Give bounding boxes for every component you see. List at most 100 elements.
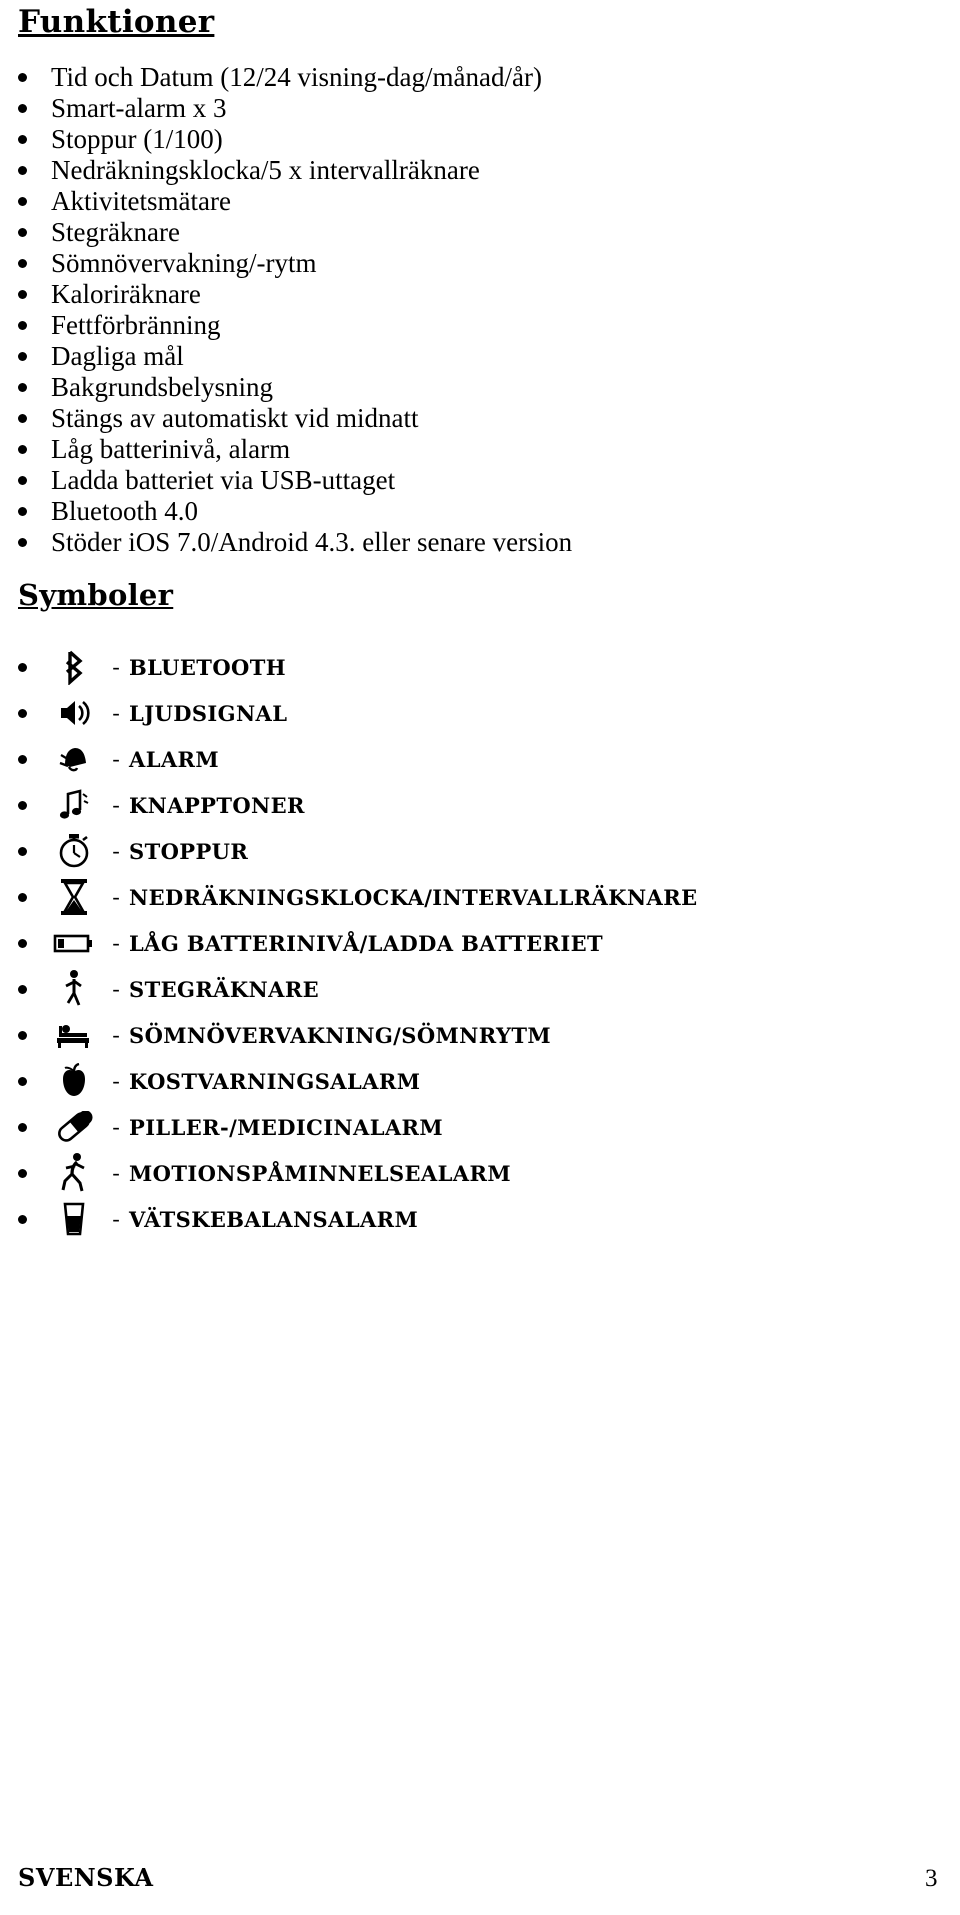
bullet-icon [18, 754, 27, 764]
list-item: Sömnövervakning/-rytm [18, 248, 572, 279]
list-item: - STOPPUR [18, 828, 698, 874]
feature-label: Smart-alarm x 3 [51, 93, 227, 123]
separator-dash: - [112, 1068, 120, 1093]
symbol-label: LÅG BATTERINIVÅ/LADDA BATTERIET [129, 930, 604, 956]
footer-language: SVENSKA [18, 1863, 154, 1892]
separator-dash: - [112, 654, 120, 679]
list-item: - VÄTSKEBALANSALARM [18, 1196, 698, 1242]
feature-label: Dagliga mål [51, 341, 184, 371]
pill-icon [45, 1105, 103, 1149]
key-tones-icon [45, 783, 103, 827]
bullet-icon [18, 662, 27, 672]
page-footer: SVENSKA 3 [18, 1863, 938, 1893]
feature-label: Stegräknare [51, 217, 180, 247]
low-battery-icon [45, 921, 103, 965]
bullet-icon [18, 166, 27, 175]
bullet-icon [18, 383, 27, 392]
list-item: Ladda batteriet via USB-uttaget [18, 465, 572, 496]
separator-dash: - [112, 1114, 120, 1139]
list-item: - STEGRÄKNARE [18, 966, 698, 1012]
feature-label: Fettförbränning [51, 310, 221, 340]
feature-label: Stöder iOS 7.0/Android 4.3. eller senare… [51, 527, 573, 557]
symbol-label: KOSTVARNINGSALARM [129, 1068, 421, 1094]
symbol-label: NEDRÄKNINGSKLOCKA/INTERVALLRÄKNARE [129, 884, 698, 910]
feature-label: Ladda batteriet via USB-uttaget [51, 465, 396, 495]
bullet-icon [18, 800, 27, 810]
bullet-icon [18, 1122, 27, 1132]
bullet-icon [18, 1214, 27, 1224]
bullet-icon [18, 197, 27, 206]
list-item: - ALARM [18, 736, 698, 782]
document-page: Funktioner Tid och Datum (12/24 visning-… [0, 0, 960, 1915]
separator-dash: - [112, 1160, 120, 1185]
list-item: Dagliga mål [18, 341, 572, 372]
symbols-list: - BLUETOOTH - LJUDSIGNAL - ALARM - KNAPP… [18, 644, 698, 1242]
bullet-icon [18, 938, 27, 948]
bullet-icon [18, 104, 27, 113]
feature-label: Sömnövervakning/-rytm [51, 248, 317, 278]
bluetooth-icon [45, 645, 103, 689]
list-item: Låg batterinivå, alarm [18, 434, 572, 465]
feature-label: Aktivitetsmätare [51, 186, 231, 216]
symbol-label: SÖMNÖVERVAKNING/SÖMNRYTM [129, 1022, 552, 1048]
feature-label: Stängs av automatiskt vid midnatt [51, 403, 419, 433]
sleep-bed-icon [45, 1013, 103, 1057]
symbol-label: MOTIONSPÅMINNELSEALARM [129, 1160, 511, 1186]
bullet-icon [18, 290, 27, 299]
list-item: - PILLER-/MEDICINALARM [18, 1104, 698, 1150]
bullet-icon [18, 73, 27, 82]
feature-label: Låg batterinivå, alarm [51, 434, 291, 464]
separator-dash: - [112, 930, 120, 955]
list-item: - LÅG BATTERINIVÅ/LADDA BATTERIET [18, 920, 698, 966]
feature-label: Tid och Datum (12/24 visning-dag/månad/å… [51, 62, 542, 92]
bullet-icon [18, 846, 27, 856]
bullet-icon [18, 445, 27, 454]
symbol-label: STEGRÄKNARE [129, 976, 320, 1002]
separator-dash: - [112, 746, 120, 771]
feature-label: Bakgrundsbelysning [51, 372, 273, 402]
list-item: Nedräkningsklocka/5 x intervallräknare [18, 155, 572, 186]
list-item: Smart-alarm x 3 [18, 93, 572, 124]
apple-food-icon [45, 1059, 103, 1103]
bullet-icon [18, 476, 27, 485]
separator-dash: - [112, 884, 120, 909]
separator-dash: - [112, 1022, 120, 1047]
bullet-icon [18, 135, 27, 144]
list-item: - KNAPPTONER [18, 782, 698, 828]
bullet-icon [18, 352, 27, 361]
feature-label: Stoppur (1/100) [51, 124, 223, 154]
features-list: Tid och Datum (12/24 visning-dag/månad/å… [18, 62, 572, 558]
separator-dash: - [112, 792, 120, 817]
bullet-icon [18, 228, 27, 237]
list-item: Stoppur (1/100) [18, 124, 572, 155]
list-item: Stängs av automatiskt vid midnatt [18, 403, 572, 434]
list-item: - LJUDSIGNAL [18, 690, 698, 736]
list-item: Tid och Datum (12/24 visning-dag/månad/å… [18, 62, 572, 93]
list-item: - MOTIONSPÅMINNELSEALARM [18, 1150, 698, 1196]
symbol-label: LJUDSIGNAL [129, 700, 288, 726]
list-item: Stegräknare [18, 217, 572, 248]
list-item: Stöder iOS 7.0/Android 4.3. eller senare… [18, 527, 572, 558]
alarm-bell-icon [45, 737, 103, 781]
list-item: - KOSTVARNINGSALARM [18, 1058, 698, 1104]
symbol-label: VÄTSKEBALANSALARM [129, 1206, 419, 1232]
list-item: Kaloriräknare [18, 279, 572, 310]
bullet-icon [18, 414, 27, 423]
list-item: - NEDRÄKNINGSKLOCKA/INTERVALLRÄKNARE [18, 874, 698, 920]
symbol-label: STOPPUR [129, 838, 249, 864]
bullet-icon [18, 321, 27, 330]
separator-dash: - [112, 838, 120, 863]
page-title-funktioner: Funktioner [18, 4, 215, 40]
footer-page-number: 3 [925, 1865, 938, 1892]
water-glass-icon [45, 1197, 103, 1241]
separator-dash: - [112, 976, 120, 1001]
feature-label: Bluetooth 4.0 [51, 496, 198, 526]
bullet-icon [18, 892, 27, 902]
section-title-symboler: Symboler [18, 578, 174, 612]
feature-label: Nedräkningsklocka/5 x intervallräknare [51, 155, 480, 185]
bullet-icon [18, 708, 27, 718]
stopwatch-icon [45, 829, 103, 873]
list-item: Bakgrundsbelysning [18, 372, 572, 403]
list-item: - SÖMNÖVERVAKNING/SÖMNRYTM [18, 1012, 698, 1058]
symbol-label: KNAPPTONER [129, 792, 305, 818]
